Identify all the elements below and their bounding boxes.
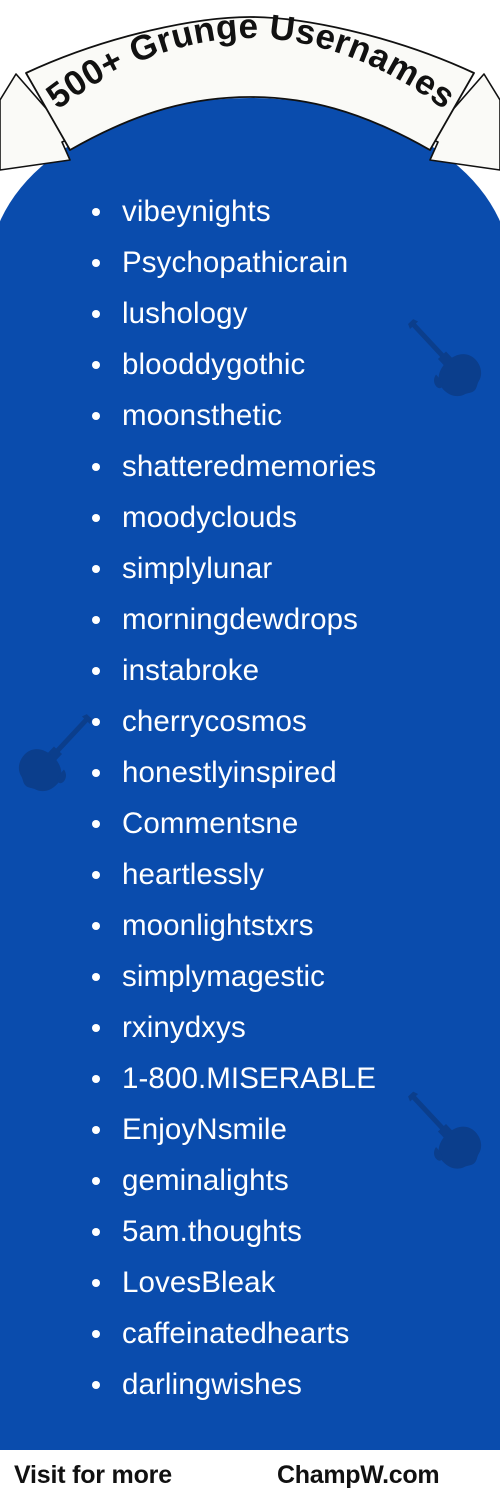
- list-item: vibeynights: [0, 186, 500, 237]
- poster-canvas: 500+ Grunge Usernames vibeynights Psycho…: [0, 0, 500, 1500]
- bullet-icon: [92, 870, 100, 879]
- bullet-icon: [92, 360, 100, 369]
- bullet-icon: [92, 819, 100, 828]
- username-label: LovesBleak: [122, 1266, 276, 1299]
- list-item: 5am.thoughts: [0, 1206, 500, 1257]
- username-label: 5am.thoughts: [122, 1215, 302, 1248]
- list-item: heartlessly: [0, 849, 500, 900]
- bullet-icon: [92, 1278, 100, 1287]
- bullet-icon: [92, 615, 100, 624]
- list-item: blooddygothic: [0, 339, 500, 390]
- banner-title: 500+ Grunge Usernames: [39, 7, 463, 117]
- bullet-icon: [92, 1329, 100, 1338]
- username-label: Psychopathicrain: [122, 246, 349, 279]
- bullet-icon: [92, 921, 100, 930]
- username-list: vibeynights Psychopathicrain lushology b…: [0, 186, 500, 1410]
- banner-title-wrap: 500+ Grunge Usernames: [0, 0, 500, 190]
- list-item: darlingwishes: [0, 1359, 500, 1410]
- list-item: moonsthetic: [0, 390, 500, 441]
- list-item: moonlightstxrs: [0, 900, 500, 951]
- list-item: rxinydxys: [0, 1002, 500, 1053]
- list-item: moodyclouds: [0, 492, 500, 543]
- username-label: instabroke: [122, 654, 260, 687]
- username-label: blooddygothic: [122, 348, 306, 381]
- list-item: honestlyinspired: [0, 747, 500, 798]
- list-item: lushology: [0, 288, 500, 339]
- username-label: simplylunar: [122, 552, 273, 585]
- username-label: moonlightstxrs: [122, 909, 314, 942]
- bullet-icon: [92, 1380, 100, 1389]
- username-label: moonsthetic: [122, 399, 283, 432]
- list-item: morningdewdrops: [0, 594, 500, 645]
- bullet-icon: [92, 258, 100, 267]
- list-item: caffeinatedhearts: [0, 1308, 500, 1359]
- username-label: moodyclouds: [122, 501, 297, 534]
- username-label: EnjoyNsmile: [122, 1113, 288, 1146]
- bullet-icon: [92, 768, 100, 777]
- username-label: Commentsne: [122, 807, 299, 840]
- bullet-icon: [92, 1125, 100, 1134]
- bullet-icon: [92, 717, 100, 726]
- list-item: Commentsne: [0, 798, 500, 849]
- bullet-icon: [92, 513, 100, 522]
- username-label: heartlessly: [122, 858, 265, 891]
- list-item: LovesBleak: [0, 1257, 500, 1308]
- username-label: darlingwishes: [122, 1368, 303, 1401]
- username-label: geminalights: [122, 1164, 289, 1197]
- list-item: simplymagestic: [0, 951, 500, 1002]
- bullet-icon: [92, 462, 100, 471]
- list-item: Psychopathicrain: [0, 237, 500, 288]
- username-label: morningdewdrops: [122, 603, 358, 636]
- username-label: cherrycosmos: [122, 705, 307, 738]
- username-label: lushology: [122, 297, 248, 330]
- username-label: shatteredmemories: [122, 450, 377, 483]
- username-label: caffeinatedhearts: [122, 1317, 350, 1350]
- bullet-icon: [92, 564, 100, 573]
- list-item: EnjoyNsmile: [0, 1104, 500, 1155]
- list-item: instabroke: [0, 645, 500, 696]
- bullet-icon: [92, 1074, 100, 1083]
- bullet-icon: [92, 207, 100, 216]
- bullet-icon: [92, 1176, 100, 1185]
- username-label: 1-800.MISERABLE: [122, 1062, 377, 1095]
- bullet-icon: [92, 972, 100, 981]
- bullet-icon: [92, 1227, 100, 1236]
- list-item: simplylunar: [0, 543, 500, 594]
- list-item: shatteredmemories: [0, 441, 500, 492]
- bullet-icon: [92, 666, 100, 675]
- list-item: geminalights: [0, 1155, 500, 1206]
- username-label: vibeynights: [122, 195, 271, 228]
- brand-link[interactable]: ChampW.com: [277, 1461, 440, 1490]
- visit-for-more-label: Visit for more: [14, 1460, 172, 1489]
- list-item: 1-800.MISERABLE: [0, 1053, 500, 1104]
- list-item: cherrycosmos: [0, 696, 500, 747]
- bullet-icon: [92, 411, 100, 420]
- footer-bar: Visit for more ChampW.com: [0, 1450, 500, 1500]
- username-label: rxinydxys: [122, 1011, 246, 1044]
- username-label: honestlyinspired: [122, 756, 337, 789]
- bullet-icon: [92, 1023, 100, 1032]
- username-label: simplymagestic: [122, 960, 326, 993]
- bullet-icon: [92, 309, 100, 318]
